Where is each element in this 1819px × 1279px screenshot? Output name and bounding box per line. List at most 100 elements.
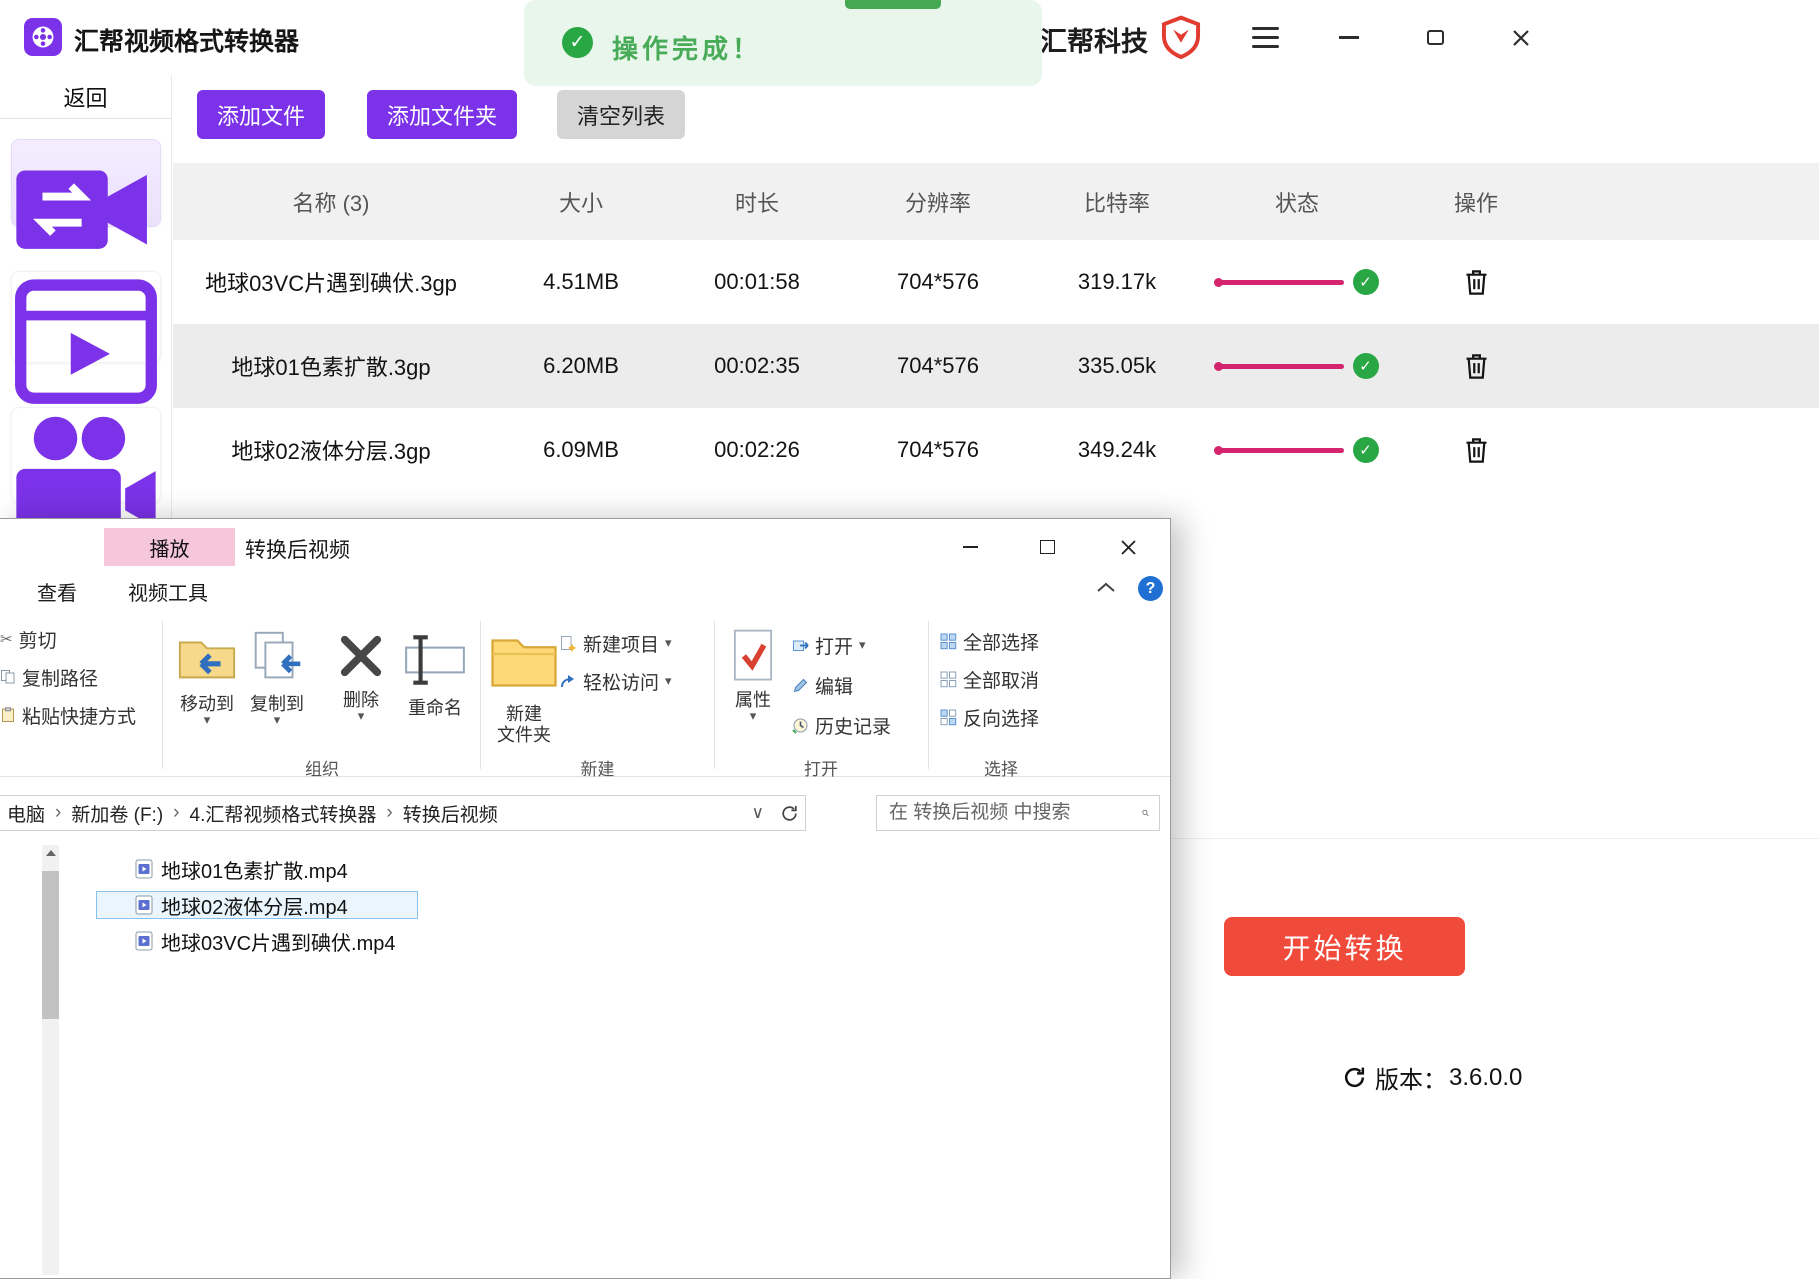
cell-bitrate: 319.17k	[1035, 269, 1199, 295]
table-row[interactable]: 地球03VC片遇到碘伏.3gp 4.51MB 00:01:58 704*576 …	[173, 240, 1819, 324]
back-button[interactable]: 返回	[0, 75, 171, 119]
dropdown-arrow-icon: ▾	[665, 676, 672, 686]
new-folder-icon	[488, 627, 560, 699]
dropdown-arrow-icon: ▾	[859, 640, 866, 650]
explorer-close-button[interactable]	[1103, 527, 1153, 567]
search-box	[876, 795, 1160, 831]
invert-selection-button[interactable]: 反向选择	[940, 703, 1039, 731]
table-row[interactable]: 地球02液体分层.3gp 6.09MB 00:02:26 704*576 349…	[173, 408, 1819, 492]
help-button[interactable]: ?	[1138, 576, 1163, 601]
explorer-tab-row: 查看 视频工具	[0, 571, 1170, 611]
cell-duration: 00:02:26	[673, 437, 841, 463]
start-convert-button[interactable]: 开始转换	[1224, 917, 1465, 976]
sidebar-item-video-convert[interactable]: 视频转换	[11, 139, 161, 227]
ribbon-separator	[480, 621, 481, 769]
menu-button[interactable]	[1238, 0, 1292, 75]
breadcrumb-item[interactable]: 转换后视频	[403, 800, 498, 827]
ribbon-separator	[928, 621, 929, 769]
cell-duration: 00:01:58	[673, 269, 841, 295]
cell-resolution: 704*576	[841, 269, 1035, 295]
properties-button[interactable]: 属性 ▾	[724, 627, 782, 721]
clear-list-button[interactable]: 清空列表	[557, 90, 685, 139]
app-title: 汇帮视频格式转换器	[74, 22, 299, 58]
toast-message: 操作完成！	[612, 29, 762, 66]
collapse-ribbon-button[interactable]	[1096, 581, 1116, 593]
progress-bar	[1216, 448, 1344, 453]
video-file-icon	[135, 931, 153, 951]
column-header-name: 名称 (3)	[173, 186, 489, 218]
sidebar-item-video-compress[interactable]: 视频压缩	[11, 407, 161, 503]
explorer-minimize-button[interactable]	[945, 527, 995, 567]
ribbon-separator	[714, 621, 715, 769]
properties-icon	[724, 627, 782, 685]
delete-row-button[interactable]	[1463, 436, 1490, 465]
select-all-icon	[940, 633, 957, 650]
breadcrumb-item[interactable]: 电脑	[7, 800, 45, 827]
address-dropdown-icon[interactable]: ∨	[752, 803, 764, 823]
sidebar-item-video-merge[interactable]: 视频合并	[11, 271, 161, 363]
tab-video-tools[interactable]: 视频工具	[112, 571, 224, 611]
tab-view[interactable]: 查看	[22, 571, 92, 611]
rename-button[interactable]: 重命名	[402, 627, 468, 719]
paste-shortcut-icon	[0, 707, 16, 723]
delete-button[interactable]: 删除 ▾	[332, 627, 390, 721]
new-item-button[interactable]: 新建项目 ▾	[560, 629, 672, 657]
file-item[interactable]: 地球03VC片遇到碘伏.mp4	[96, 927, 418, 955]
cell-size: 6.09MB	[489, 437, 673, 463]
file-name: 地球03VC片遇到碘伏.mp4	[161, 927, 396, 956]
add-folder-button[interactable]: 添加文件夹	[367, 90, 517, 139]
maximize-button[interactable]	[1408, 0, 1462, 75]
dropdown-arrow-icon: ▾	[332, 711, 390, 721]
move-to-button[interactable]: 移动到 ▾	[176, 627, 238, 725]
explorer-maximize-button[interactable]	[1022, 527, 1072, 567]
cell-bitrate: 335.05k	[1035, 353, 1199, 379]
new-folder-button[interactable]: 新建文件夹	[488, 627, 560, 746]
column-header-bitrate: 比特率	[1035, 186, 1199, 218]
maximize-icon	[1427, 30, 1444, 45]
history-button[interactable]: 历史记录	[792, 711, 891, 739]
breadcrumb[interactable]: 电脑 › 新加卷 (F:) › 4.汇帮视频格式转换器 › 转换后视频 ∨	[0, 795, 806, 831]
close-button[interactable]	[1494, 0, 1548, 75]
cell-name: 地球02液体分层.3gp	[173, 434, 489, 466]
add-file-button[interactable]: 添加文件	[197, 90, 325, 139]
minimize-icon	[963, 546, 978, 548]
delete-row-button[interactable]	[1463, 352, 1490, 381]
close-icon	[1120, 539, 1137, 556]
explorer-title: 转换后视频	[245, 534, 350, 564]
breadcrumb-separator-icon: ›	[386, 802, 392, 824]
minimize-button[interactable]	[1322, 0, 1376, 75]
copy-path-button[interactable]: 复制路径	[0, 663, 98, 691]
paste-shortcut-button[interactable]: 粘贴快捷方式	[0, 701, 136, 729]
breadcrumb-item[interactable]: 4.汇帮视频格式转换器	[190, 800, 377, 827]
table-row[interactable]: 地球01色素扩散.3gp 6.20MB 00:02:35 704*576 335…	[173, 324, 1819, 408]
open-button[interactable]: 打开 ▾	[792, 631, 866, 659]
maximize-icon	[1040, 540, 1055, 554]
toast-peek	[845, 0, 941, 9]
file-item[interactable]: 地球01色素扩散.mp4	[96, 855, 418, 883]
search-icon[interactable]	[1142, 804, 1149, 822]
delete-row-button[interactable]	[1463, 268, 1490, 297]
refresh-icon[interactable]	[1342, 1065, 1367, 1090]
breadcrumb-item[interactable]: 新加卷 (F:)	[71, 800, 163, 827]
breadcrumb-separator-icon: ›	[173, 802, 179, 824]
file-list: 地球01色素扩散.mp4 地球02液体分层.mp4 地球03VC片遇到碘伏.mp…	[0, 837, 1170, 1279]
edit-button[interactable]: 编辑	[792, 671, 853, 699]
progress-bar	[1216, 364, 1344, 369]
cut-button[interactable]: ✂ 剪切	[0, 625, 57, 653]
select-none-button[interactable]: 全部取消	[940, 665, 1039, 693]
app-logo-icon	[24, 18, 62, 56]
version-row: 版本：3.6.0.0	[1342, 1060, 1522, 1095]
refresh-icon[interactable]	[780, 804, 799, 823]
cell-resolution: 704*576	[841, 437, 1035, 463]
breadcrumb-separator-icon: ›	[55, 802, 61, 824]
tab-play[interactable]: 播放	[104, 528, 235, 566]
easy-access-button[interactable]: 轻松访问 ▾	[560, 667, 672, 695]
video-file-icon	[135, 895, 153, 915]
search-input[interactable]	[877, 802, 1142, 824]
version-label: 版本：	[1375, 1060, 1447, 1095]
scrollbar-thumb[interactable]	[42, 871, 59, 1019]
copy-to-button[interactable]: 复制到 ▾	[246, 627, 308, 725]
select-all-button[interactable]: 全部选择	[940, 627, 1039, 655]
scroll-up-button[interactable]	[42, 845, 59, 861]
file-item[interactable]: 地球02液体分层.mp4	[96, 891, 418, 919]
